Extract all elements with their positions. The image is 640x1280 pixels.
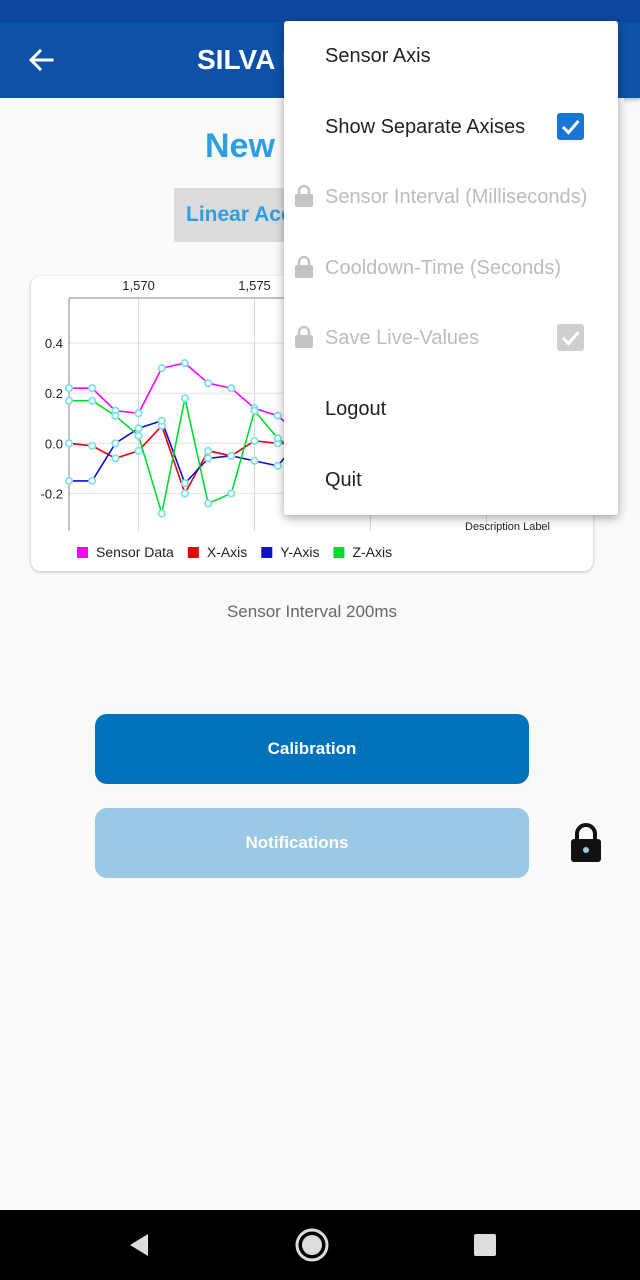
data-point	[111, 411, 120, 420]
data-point	[227, 489, 236, 498]
data-point	[157, 364, 166, 373]
x-tick-label: 1,575	[238, 278, 271, 293]
data-point	[111, 439, 120, 448]
menu-item-label: Sensor Axis	[325, 45, 431, 67]
data-point	[88, 441, 97, 450]
data-point	[273, 461, 282, 470]
sensor-interval-text: Sensor Interval 200ms	[226, 602, 398, 621]
x-tick-label: 1,570	[122, 278, 155, 293]
description-label: Description Label	[465, 521, 550, 533]
data-point	[134, 409, 143, 418]
data-point	[250, 406, 259, 415]
data-point	[134, 446, 143, 455]
y-tick-label: 0.4	[45, 336, 63, 351]
data-point	[204, 499, 213, 508]
data-point	[157, 416, 166, 425]
data-point	[64, 439, 74, 448]
data-point	[273, 411, 282, 420]
menu-item-sensor-axis[interactable]: Sensor Axis	[284, 21, 618, 91]
data-point	[111, 454, 120, 463]
data-point	[204, 454, 213, 463]
legend-swatch	[187, 547, 199, 558]
page-heading: New	[205, 127, 275, 165]
data-point	[180, 479, 190, 488]
menu-item-label: Save Live-Values	[325, 327, 480, 349]
menu-item-label: Sensor Interval (Milliseconds)	[325, 186, 588, 208]
legend-swatch	[77, 547, 88, 558]
data-point	[64, 476, 74, 485]
checkmark-icon	[561, 331, 580, 346]
legend-swatch	[333, 547, 345, 558]
data-point	[204, 446, 213, 455]
notifications-button[interactable]: Notifications	[95, 808, 601, 878]
lock-icon	[295, 325, 313, 348]
data-point	[180, 359, 190, 368]
status-bar	[0, 0, 640, 22]
data-point	[88, 396, 97, 405]
data-point	[134, 424, 143, 433]
nav-back-icon[interactable]	[121, 1227, 157, 1263]
data-point	[180, 489, 190, 498]
menu-item-sensor-interval: Sensor Interval (Milliseconds)	[284, 162, 618, 232]
lock-icon	[295, 255, 313, 278]
legend-label: Z-Axis	[352, 544, 392, 560]
data-point	[227, 384, 236, 393]
data-point	[88, 384, 97, 393]
menu-item-label: Logout	[325, 398, 387, 420]
nav-home-icon[interactable]	[294, 1227, 330, 1263]
legend-swatch	[261, 547, 273, 558]
arrow-left-icon	[28, 48, 54, 72]
y-tick-label: -0.2	[41, 486, 63, 501]
legend-label: Sensor Data	[96, 544, 174, 560]
menu-item-label: Show Separate Axises	[325, 116, 526, 138]
data-point	[227, 451, 236, 460]
notifications-button-label: Notifications	[245, 833, 349, 852]
data-point	[180, 394, 190, 403]
data-point	[88, 476, 97, 485]
data-point	[64, 396, 74, 405]
data-point	[157, 509, 166, 518]
menu-item-cooldown-time: Cooldown-Time (Seconds)	[284, 233, 618, 303]
data-point	[64, 384, 74, 393]
y-tick-label: 0.0	[45, 436, 63, 451]
lock-icon	[571, 823, 601, 862]
menu-item-label: Quit	[325, 469, 362, 491]
show-separate-axises-checkbox[interactable]	[557, 113, 584, 140]
data-point	[134, 431, 143, 440]
back-button[interactable]	[22, 40, 62, 80]
legend-label: X-Axis	[207, 544, 247, 560]
menu-item-save-live-values: Save Live-Values	[284, 303, 618, 373]
menu-item-label: Cooldown-Time (Seconds)	[325, 257, 562, 279]
save-live-values-checkbox	[557, 324, 584, 351]
menu-item-logout[interactable]: Logout	[284, 374, 618, 444]
checkmark-icon	[561, 120, 580, 135]
nav-recents-icon[interactable]	[467, 1227, 503, 1263]
lock-icon	[295, 184, 313, 207]
data-point	[250, 456, 259, 465]
data-point	[273, 434, 282, 443]
menu-item-quit[interactable]: Quit	[284, 445, 618, 515]
menu-item-show-separate-axises[interactable]: Show Separate Axises	[284, 92, 618, 162]
system-nav-bar	[0, 1210, 640, 1280]
data-point	[204, 379, 213, 388]
overflow-menu: Sensor Axis Show Separate Axises Sensor …	[284, 21, 618, 515]
y-tick-label: 0.2	[45, 386, 63, 401]
legend-label: Y-Axis	[280, 544, 319, 560]
calibration-button[interactable]: Calibration	[95, 714, 529, 784]
data-point	[250, 436, 259, 445]
calibration-button-label: Calibration	[267, 739, 357, 758]
